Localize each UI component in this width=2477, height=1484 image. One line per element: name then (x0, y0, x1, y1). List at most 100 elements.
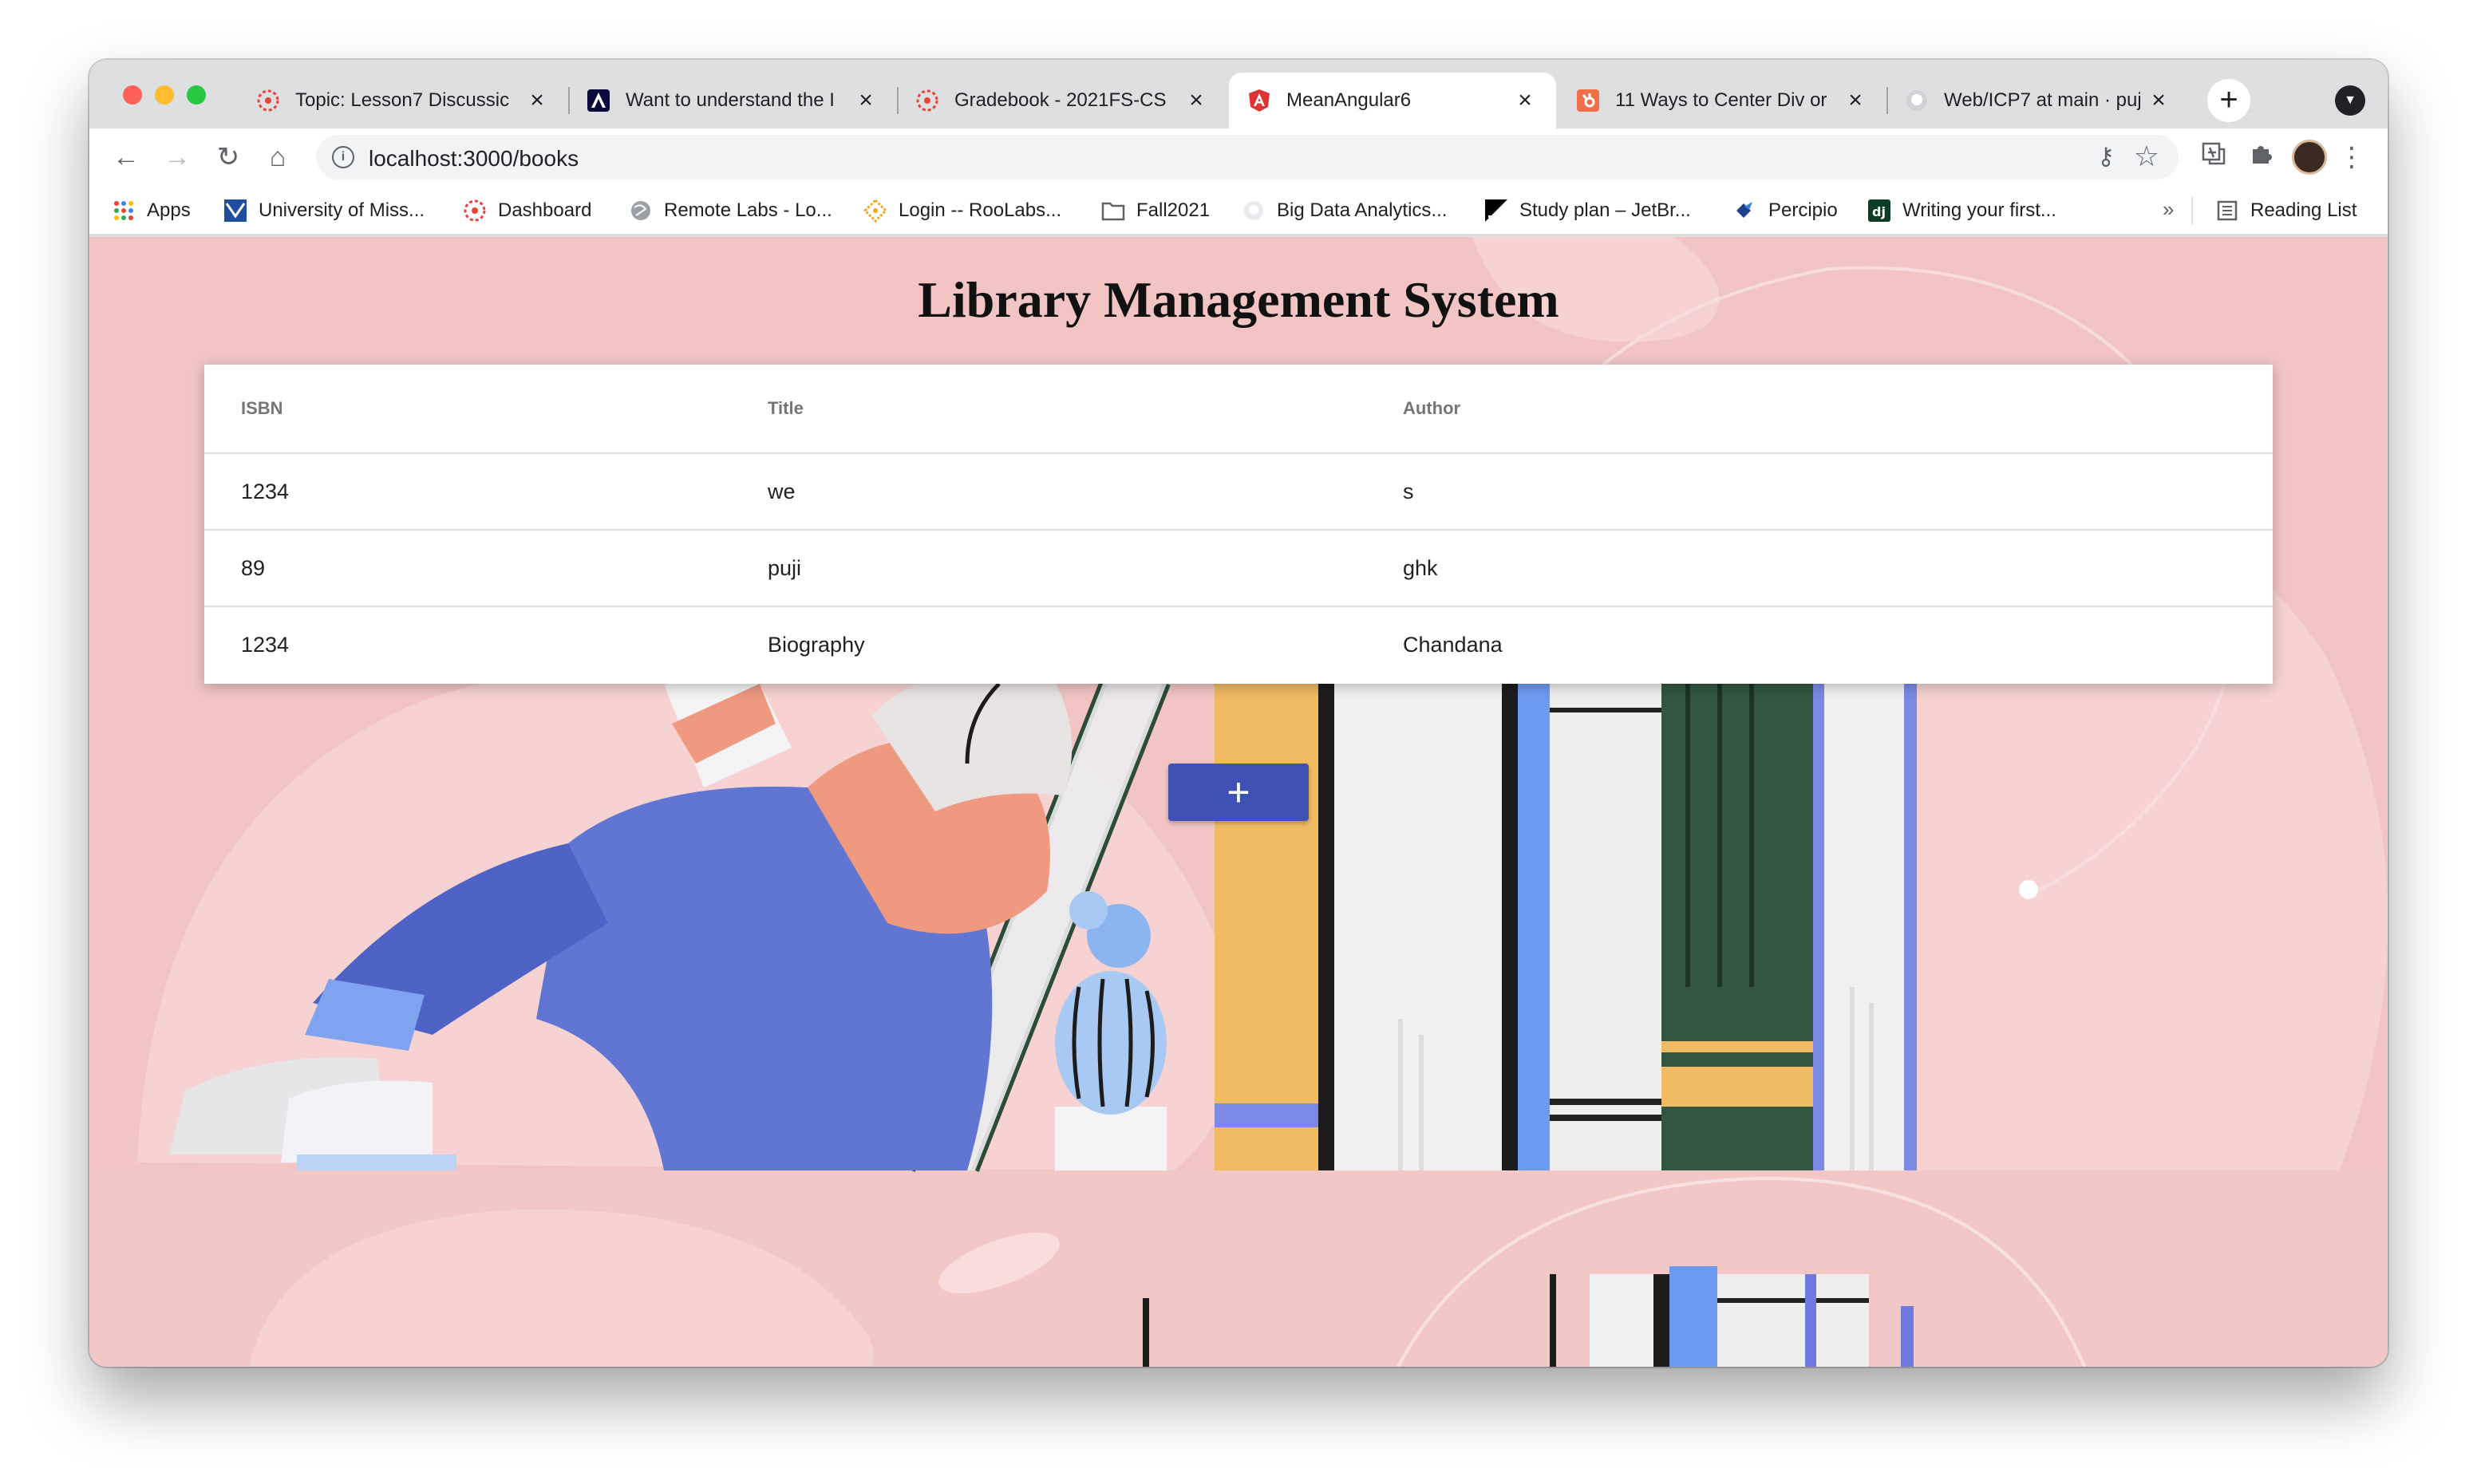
reading-list-label: Reading List (2250, 199, 2357, 221)
bookmark-university[interactable]: University of Miss... (223, 195, 425, 226)
bookmark-label: Fall2021 (1136, 199, 1211, 221)
tab-github-icp7[interactable]: Web/ICP7 at main · puji1 × (1886, 73, 2190, 128)
bookmarks-bar: Apps University of Miss... Dashboard Rem… (89, 186, 2388, 235)
svg-text:dj: dj (1872, 204, 1886, 219)
bookmark-dashboard[interactable]: Dashboard (463, 195, 591, 226)
roolabs-icon (863, 199, 887, 223)
bookmark-remote-labs[interactable]: Remote Labs - Lo... (629, 195, 832, 226)
angular-outline-icon (586, 88, 611, 113)
tab-meanangular6[interactable]: MeanAngular6 × (1229, 73, 1556, 128)
minimize-window-button[interactable] (155, 85, 174, 105)
bookmark-star-icon[interactable]: ☆ (2134, 140, 2159, 173)
close-icon[interactable]: × (1184, 87, 1208, 114)
tab-search-button[interactable]: ▼ (2335, 85, 2365, 116)
tab-center-div[interactable]: 11 Ways to Center Div or × (1558, 73, 1886, 128)
bookmark-fall2021[interactable]: Fall2021 (1101, 195, 1210, 226)
globe-icon (629, 199, 653, 223)
add-book-button[interactable]: + (1168, 764, 1309, 821)
bookmark-big-data[interactable]: Big Data Analytics... (1242, 195, 1447, 226)
tab-understand[interactable]: Want to understand the I × (568, 73, 897, 128)
table-row[interactable]: 89 puji ghk (204, 531, 2273, 607)
address-bar[interactable]: i localhost:3000/books ⚷ ☆ (316, 135, 2179, 180)
cell-author: Chandana (1403, 633, 1503, 657)
close-icon[interactable]: × (854, 87, 878, 114)
bookmark-label: Apps (147, 199, 191, 221)
bookmark-apps[interactable]: Apps (112, 195, 191, 226)
tab-title: Want to understand the I (626, 89, 835, 111)
bookmark-label: Login -- RooLabs... (899, 199, 1062, 221)
bookmark-label: Big Data Analytics... (1277, 199, 1448, 221)
bookmarks-divider (2191, 197, 2193, 224)
translate-extension-icon[interactable] (2196, 140, 2231, 175)
close-icon[interactable]: × (2147, 87, 2171, 114)
cell-isbn: 1234 (241, 633, 290, 657)
bookmark-label: Percipio (1768, 199, 1838, 221)
close-window-button[interactable] (123, 85, 142, 105)
back-button[interactable]: ← (109, 140, 144, 175)
folder-icon (1101, 199, 1125, 223)
bookmark-percipio[interactable]: Percipio (1733, 195, 1838, 226)
bookmarks-overflow-button[interactable]: » (2163, 197, 2174, 222)
tab-gradebook[interactable]: Gradebook - 2021FS-CS × (897, 73, 1227, 128)
reading-list-button[interactable]: Reading List (2215, 195, 2357, 226)
bookmark-label: Writing your first... (1902, 199, 2056, 221)
url-text: localhost:3000/books (369, 146, 579, 171)
column-header-author[interactable]: Author (1403, 398, 1460, 419)
table-row[interactable]: 1234 Biography Chandana (204, 607, 2273, 684)
reload-button[interactable]: ↻ (211, 140, 246, 175)
tab-strip: Topic: Lesson7 Discussic × Want to under… (89, 60, 2388, 128)
page-title: Library Management System (918, 271, 1559, 328)
key-icon[interactable]: ⚷ (2097, 143, 2115, 171)
browser-toolbar: ← → ↻ ⌂ i localhost:3000/books ⚷ ☆ ⋮ (89, 128, 2388, 186)
column-header-title[interactable]: Title (768, 398, 804, 419)
extensions-puzzle-icon[interactable] (2244, 140, 2279, 175)
profile-avatar[interactable] (2292, 140, 2327, 175)
books-table: ISBN Title Author 1234 we s 89 puji ghk … (204, 365, 2273, 684)
home-button[interactable]: ⌂ (260, 140, 295, 175)
bookmark-study-plan[interactable]: Study plan – JetBr... (1484, 195, 1691, 226)
tab-title: Gradebook - 2021FS-CS (954, 89, 1167, 111)
canvas-icon (255, 88, 281, 113)
bookmark-label: Study plan – JetBr... (1519, 199, 1691, 221)
table-header-row: ISBN Title Author (204, 365, 2273, 454)
cell-author: ghk (1403, 556, 1438, 580)
page-content: Library Management System ISBN Title Aut… (89, 237, 2388, 1367)
maximize-window-button[interactable] (187, 85, 206, 105)
github-icon (1242, 199, 1266, 223)
table-row[interactable]: 1234 we s (204, 454, 2273, 531)
bookmark-label: Dashboard (498, 199, 592, 221)
apps-grid-icon (112, 199, 136, 223)
tab-title: Web/ICP7 at main · puji1 (1944, 89, 2140, 111)
university-icon (223, 199, 247, 223)
cell-isbn: 1234 (241, 480, 290, 503)
close-icon[interactable]: × (1843, 87, 1867, 114)
hubspot-icon (1575, 88, 1601, 113)
tab-title: 11 Ways to Center Div or (1615, 89, 1827, 111)
bookmark-roolabs[interactable]: Login -- RooLabs... (863, 195, 1061, 226)
cell-isbn: 89 (241, 556, 266, 580)
column-header-isbn[interactable]: ISBN (241, 398, 283, 419)
browser-menu-icon[interactable]: ⋮ (2338, 140, 2365, 175)
django-icon: dj (1867, 199, 1891, 223)
cell-author: s (1403, 480, 1414, 503)
angular-icon (1246, 88, 1272, 113)
forward-button[interactable]: → (160, 140, 195, 175)
new-tab-button[interactable]: + (2207, 79, 2250, 122)
tab-title: MeanAngular6 (1286, 89, 1412, 111)
browser-window: Topic: Lesson7 Discussic × Want to under… (89, 60, 2388, 1367)
canvas-icon (463, 199, 487, 223)
bookmark-label: Remote Labs - Lo... (664, 199, 832, 221)
tab-lesson7[interactable]: Topic: Lesson7 Discussic × (238, 73, 568, 128)
cell-title: we (768, 480, 796, 503)
reading-list-icon (2215, 199, 2239, 223)
percipio-icon (1733, 199, 1757, 223)
jetbrains-icon (1484, 199, 1508, 223)
bookmark-label: University of Miss... (259, 199, 425, 221)
close-icon[interactable]: × (1513, 87, 1537, 114)
canvas-icon (915, 88, 940, 113)
site-info-icon[interactable]: i (332, 146, 354, 168)
bookmark-writing-first[interactable]: dj Writing your first... (1867, 195, 2056, 226)
close-icon[interactable]: × (525, 87, 549, 114)
cell-title: puji (768, 556, 802, 580)
tab-title: Topic: Lesson7 Discussic (295, 89, 510, 111)
